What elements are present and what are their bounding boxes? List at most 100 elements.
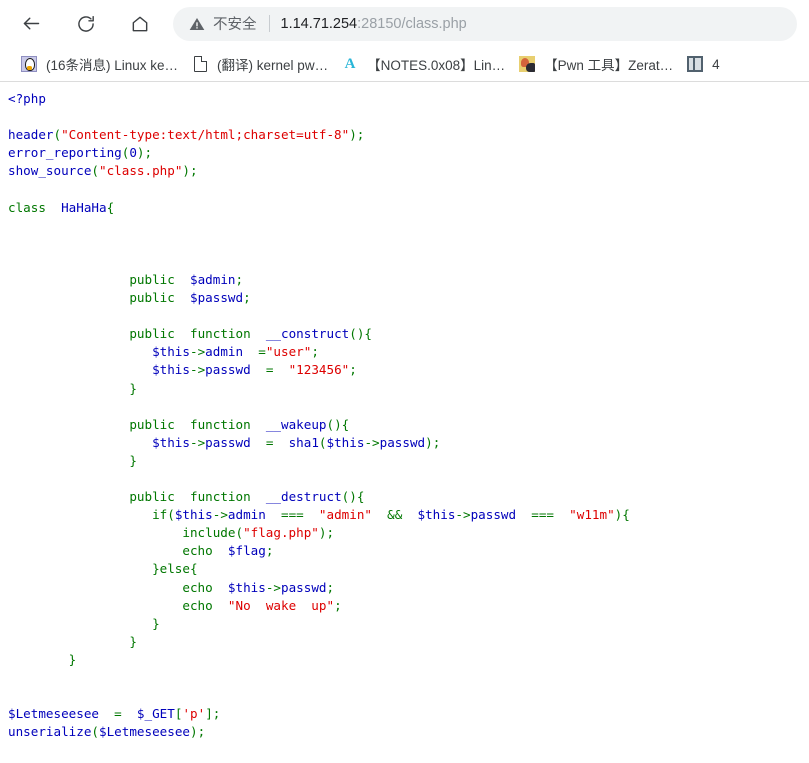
code-token: "No wake up" [227,597,335,613]
code-token: ; [243,290,251,306]
code-token: $this [152,344,190,360]
browser-chrome: 不安全 1.14.71.254:28150/class.php (16条消息) … [0,0,809,82]
reload-button[interactable] [69,7,103,41]
code-token: ); [349,127,365,143]
code-token: = [243,344,266,360]
code-token: ( [91,163,99,179]
bookmark-label: 【Pwn 工具】Zerat… [544,58,674,73]
page-content: <?php header("Content-type:text/html;cha… [0,82,809,763]
code-token: } [129,380,137,396]
reload-icon [76,14,96,34]
bookmark-label: (16条消息) Linux ke… [46,58,179,73]
url-path: :28150/class.php [357,15,467,32]
code-token: HaHaHa [61,199,107,215]
code-token: public [129,271,175,287]
code-token: function [190,489,251,505]
code-token: -> [189,344,206,360]
code-token: if( [152,507,175,523]
code-token: -> [265,579,281,595]
omnibox-separator [268,15,270,32]
code-token: $this [152,362,190,378]
code-token: public [129,326,175,342]
code-token: passwd [281,579,327,595]
document-icon [192,56,208,72]
bookmark-item-grid-panel[interactable]: 4 [680,51,727,77]
code-token: 'p' [182,706,206,722]
code-token: <?php [8,91,46,106]
url-host: 1.14.71.254 [280,15,358,32]
code-token: class [8,199,46,215]
bookmark-item-pwn-tool[interactable]: 【Pwn 工具】Zerat… [512,51,680,77]
code-token: ); [182,163,198,179]
code-token: ); [425,434,441,450]
back-arrow-icon [21,13,42,34]
code-token: "flag.php" [243,525,319,541]
code-token: unserialize [8,724,92,740]
code-token: error_reporting [8,145,122,161]
code-token: = [250,434,289,450]
code-token: "class.php" [99,163,183,179]
bookmark-item-notes[interactable]: A 【NOTES.0x08】Lin… [335,51,512,77]
code-token: 0 [129,145,137,161]
code-token: $Letmeseesee [8,706,99,722]
code-token: ( [53,127,62,143]
code-token: } [129,633,137,649]
code-token: === [516,507,570,523]
code-token: ; [265,543,274,559]
code-token: ; [349,362,357,378]
code-token: { [106,199,115,215]
code-token: ); [318,525,335,541]
pwn-tool-icon [519,56,536,72]
code-token: } [129,452,137,468]
address-bar[interactable]: 不安全 1.14.71.254:28150/class.php [173,6,797,41]
code-token: "w11m" [569,507,615,523]
code-token: passwd [205,434,251,450]
code-token: passwd [470,507,517,523]
code-token: $this [152,434,190,450]
code-token: public [129,489,175,505]
not-secure-warning-icon [189,16,205,32]
browser-toolbar: 不安全 1.14.71.254:28150/class.php [0,0,809,47]
home-button[interactable] [123,7,157,41]
code-token: echo [182,579,213,595]
bookmark-item-linux-kernel[interactable]: (16条消息) Linux ke… [14,51,185,77]
grid-panel-icon [687,56,704,72]
code-token: passwd [379,434,426,450]
code-token: ; [334,597,342,613]
code-token: (){ [326,416,350,432]
code-token: $this [174,507,213,523]
code-token: "user" [265,344,312,360]
bookmark-label: (翻译) kernel pw… [217,58,329,73]
code-token: function [190,326,251,342]
code-token: -> [364,434,380,450]
code-token: sha1 [288,434,319,450]
code-token: ]; [205,706,221,722]
code-token: ( [318,434,327,450]
code-token: header [8,127,54,143]
back-button[interactable] [14,7,48,41]
code-token: show_source [8,163,92,179]
bookmark-item-kernel-pwn[interactable]: (翻译) kernel pw… [185,51,335,77]
code-token: "123456" [288,362,350,378]
code-token: "Content-type:text/html;charset=utf-8" [61,127,350,143]
tux-penguin-icon [21,56,37,72]
bookmarks-bar: (16条消息) Linux ke… (翻译) kernel pw… A 【NOT… [0,47,809,81]
code-token: -> [189,362,206,378]
code-token: function [190,416,251,432]
code-token: "admin" [318,507,372,523]
code-token: __destruct [265,489,342,505]
code-token: public [129,416,175,432]
code-token: $this [227,579,266,595]
code-token: -> [212,507,228,523]
code-token: ); [190,724,206,740]
code-token: $admin [190,271,236,287]
